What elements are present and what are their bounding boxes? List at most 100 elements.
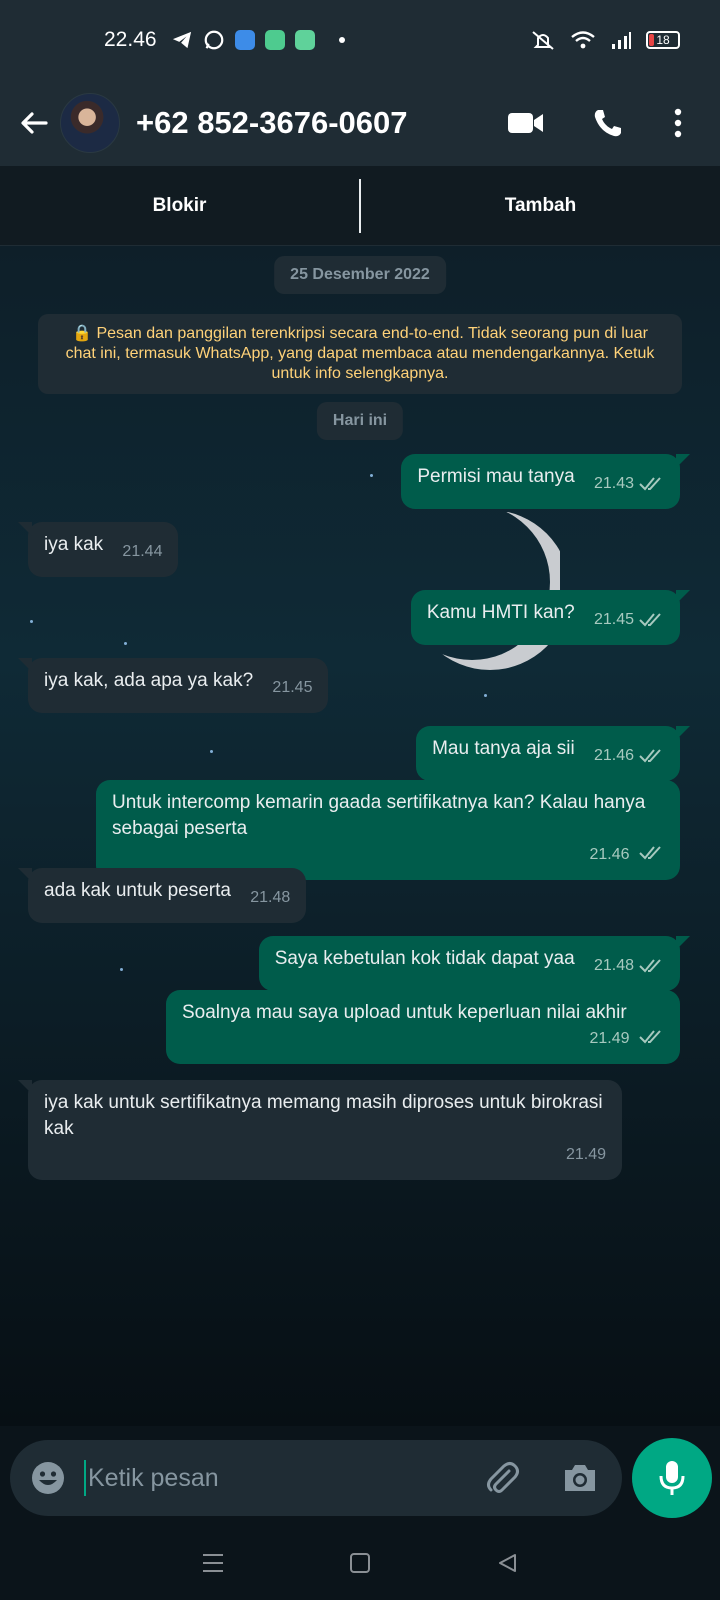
telegram-icon: [172, 31, 191, 49]
triangle-back-icon: [498, 1554, 516, 1572]
double-check-icon: [639, 1030, 661, 1044]
message-meta: 21.49: [44, 1142, 606, 1168]
emoji-button[interactable]: [26, 1456, 70, 1500]
add-contact-button[interactable]: Tambah: [361, 166, 720, 246]
message-time: 21.45: [593, 611, 634, 628]
chat-messages[interactable]: 25 Desember 2022 🔒 Pesan dan panggilan t…: [0, 246, 720, 1426]
block-button[interactable]: Blokir: [0, 166, 359, 246]
message-outgoing[interactable]: Permisi mau tanya 21.43: [401, 454, 690, 509]
message-text: ada kak untuk peserta: [44, 880, 231, 901]
today-chip: Hari ini: [316, 402, 404, 440]
status-bar: 22.46 18: [0, 0, 720, 80]
double-check-icon: [639, 749, 661, 763]
paperclip-icon: [487, 1462, 519, 1493]
voice-message-button[interactable]: [632, 1438, 712, 1518]
camera-icon: [565, 1465, 595, 1491]
wifi-icon: [571, 31, 595, 49]
message-time: 21.43: [593, 475, 634, 492]
message-outgoing[interactable]: Saya kebetulan kok tidak dapat yaa 21.48: [258, 936, 691, 991]
camera-button[interactable]: [556, 1454, 604, 1502]
message-meta: 21.43: [594, 471, 664, 497]
chat-header: +62 852-3676-0607: [0, 80, 720, 166]
message-text: Untuk intercomp kemarin gaada sertifikat…: [112, 792, 646, 839]
attach-button[interactable]: [478, 1454, 526, 1502]
date-chip: 25 Desember 2022: [274, 256, 446, 294]
message-input-container[interactable]: Ketik pesan: [10, 1440, 622, 1516]
wallpaper-star: [210, 750, 213, 753]
message-outgoing[interactable]: Untuk intercomp kemarin gaada sertifikat…: [96, 780, 680, 880]
menu-icon: [203, 1554, 224, 1572]
battery-icon: 18: [646, 31, 680, 49]
double-check-icon: [639, 477, 661, 491]
message-input[interactable]: Ketik pesan: [84, 1460, 219, 1496]
message-text: Soalnya mau saya upload untuk keperluan …: [182, 1002, 627, 1023]
app-icon: [294, 30, 315, 50]
emoji-icon: [32, 1462, 64, 1494]
microphone-icon: [659, 1461, 685, 1495]
more-vertical-icon: [674, 108, 682, 138]
back-nav-button[interactable]: [487, 1543, 527, 1583]
message-meta: 21.49: [182, 1026, 664, 1052]
message-incoming[interactable]: iya kak untuk sertifikatnya memang masih…: [18, 1080, 622, 1180]
recent-apps-button[interactable]: [193, 1543, 233, 1583]
contact-avatar[interactable]: [60, 93, 120, 153]
message-time: 21.45: [272, 679, 313, 696]
message-time: 21.49: [589, 1030, 630, 1047]
wallpaper-star: [124, 642, 127, 645]
back-arrow-icon: [21, 112, 48, 134]
message-text: Permisi mau tanya: [417, 466, 575, 487]
home-button[interactable]: [340, 1543, 380, 1583]
system-nav-bar: [0, 1526, 720, 1600]
message-meta: 21.44: [122, 539, 162, 565]
message-time: 21.49: [565, 1146, 606, 1163]
message-text: iya kak untuk sertifikatnya memang masih…: [44, 1092, 603, 1139]
voice-call-button[interactable]: [578, 93, 638, 153]
message-composer: Ketik pesan: [0, 1426, 720, 1526]
message-text: Kamu HMTI kan?: [426, 602, 575, 623]
message-incoming[interactable]: ada kak untuk peserta 21.48: [17, 868, 307, 923]
signal-icon: [612, 32, 631, 49]
status-time: 22.46: [104, 28, 157, 51]
contact-name[interactable]: +62 852-3676-0607: [136, 105, 408, 141]
message-meta: 21.48: [250, 885, 290, 911]
mute-icon: [532, 31, 554, 50]
message-meta: 21.45: [272, 675, 312, 701]
message-meta: 21.46: [594, 743, 664, 769]
message-outgoing[interactable]: Soalnya mau saya upload untuk keperluan …: [166, 990, 680, 1064]
back-button[interactable]: [10, 99, 58, 147]
encryption-notice[interactable]: 🔒 Pesan dan panggilan terenkripsi secara…: [38, 314, 682, 394]
message-outgoing[interactable]: Mau tanya aja sii 21.46: [416, 726, 690, 781]
video-call-button[interactable]: [496, 93, 556, 153]
message-text: Mau tanya aja sii: [432, 738, 575, 759]
message-time: 21.44: [122, 543, 163, 560]
app-icon: [234, 30, 255, 50]
message-incoming[interactable]: iya kak 21.44: [17, 522, 179, 577]
message-meta: 21.46: [112, 842, 664, 868]
phone-icon: [594, 110, 621, 137]
app-icon: [264, 30, 285, 50]
square-icon: [349, 1553, 370, 1573]
double-check-icon: [639, 846, 661, 860]
whatsapp-icon: [204, 30, 223, 50]
wallpaper-star: [484, 694, 487, 697]
wallpaper-star: [120, 968, 123, 971]
notification-icons: [171, 29, 345, 51]
double-check-icon: [639, 613, 661, 627]
battery-level: 18: [656, 33, 670, 47]
message-incoming[interactable]: iya kak, ada apa ya kak? 21.45: [17, 658, 329, 713]
message-text: Saya kebetulan kok tidak dapat yaa: [274, 948, 575, 969]
unknown-contact-actions: Blokir Tambah: [0, 166, 720, 246]
more-options-button[interactable]: [648, 93, 708, 153]
dot-icon: [338, 37, 345, 43]
double-check-icon: [639, 959, 661, 973]
message-time: 21.48: [250, 889, 291, 906]
message-time: 21.46: [593, 747, 634, 764]
message-time: 21.46: [589, 846, 630, 863]
message-text: iya kak, ada apa ya kak?: [44, 670, 254, 691]
message-text: iya kak: [44, 534, 104, 555]
message-time: 21.48: [593, 957, 634, 974]
message-outgoing[interactable]: Kamu HMTI kan? 21.45: [410, 590, 691, 645]
video-camera-icon: [508, 113, 543, 133]
wallpaper-star: [370, 474, 373, 477]
message-meta: 21.45: [594, 607, 664, 633]
